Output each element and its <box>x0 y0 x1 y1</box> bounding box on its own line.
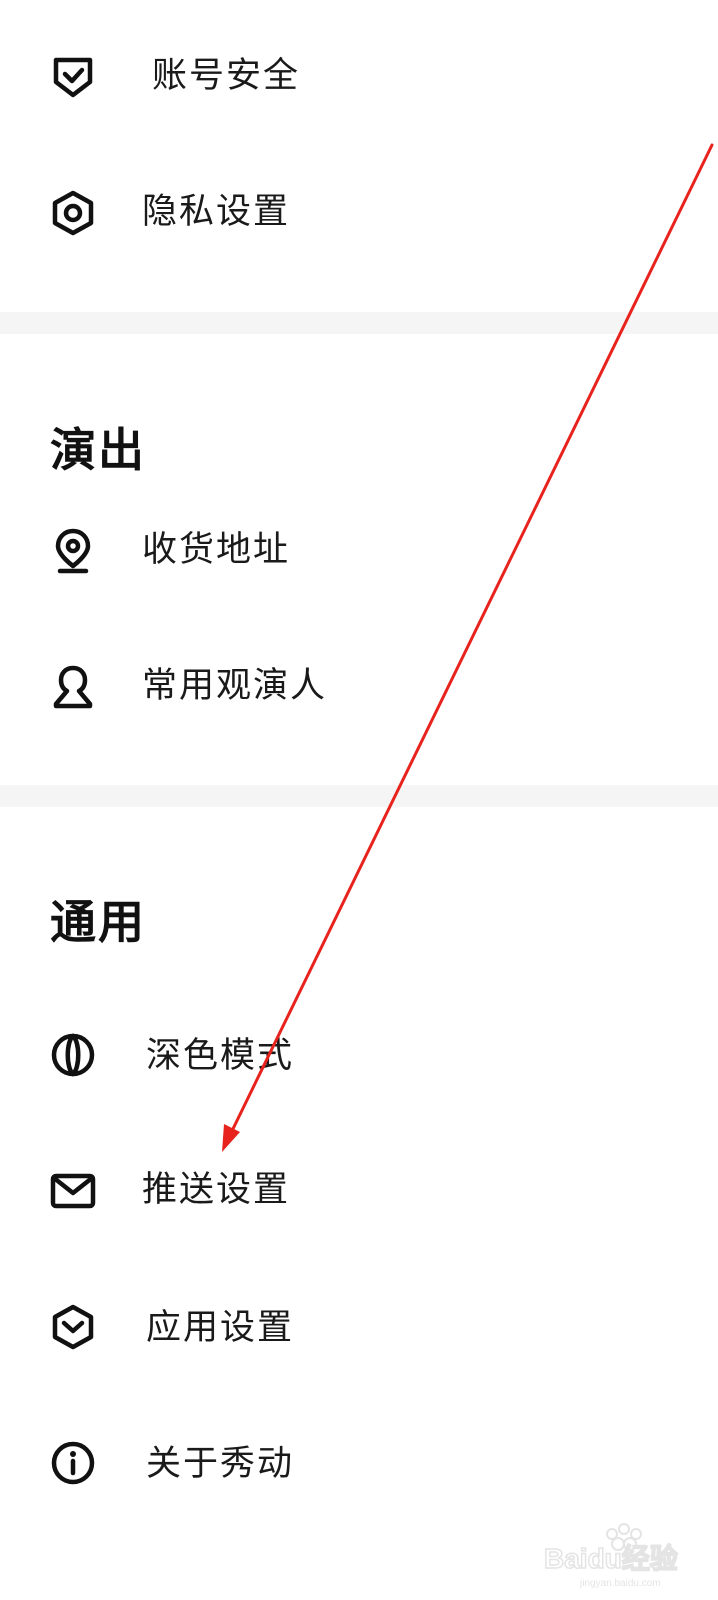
section-title-general: 通用 <box>50 895 146 949</box>
shield-check-icon <box>50 54 96 100</box>
settings-item-frequent-attendees[interactable]: 常用观演人 <box>0 636 718 736</box>
settings-item-app-settings[interactable]: 应用设置 <box>0 1276 718 1376</box>
section-divider <box>0 785 718 807</box>
settings-item-label: 常用观演人 <box>142 666 328 706</box>
settings-item-push-settings[interactable]: 推送设置 <box>0 1140 718 1240</box>
watermark-subtext: jingyan.baidu.com <box>579 1578 661 1589</box>
settings-item-label: 推送设置 <box>142 1170 291 1210</box>
settings-item-about[interactable]: 关于秀动 <box>0 1412 718 1512</box>
settings-item-label: 账号安全 <box>152 56 301 96</box>
settings-item-shipping-address[interactable]: 收货地址 <box>0 498 718 598</box>
settings-item-label: 收货地址 <box>142 530 291 570</box>
settings-item-account-security[interactable]: 账号安全 <box>0 26 718 126</box>
settings-item-label: 关于秀动 <box>146 1444 295 1484</box>
settings-item-label: 深色模式 <box>146 1036 295 1076</box>
baidu-watermark: Baidu经验 jingyan.baidu.com <box>540 1520 700 1590</box>
settings-item-privacy[interactable]: 隐私设置 <box>0 162 718 262</box>
envelope-icon <box>50 1168 96 1214</box>
baidu-paw-logo-icon: Baidu经验 jingyan.baidu.com <box>543 1523 679 1589</box>
settings-item-dark-mode[interactable]: 深色模式 <box>0 1004 718 1104</box>
hexagon-settings-icon <box>50 190 96 236</box>
user-icon <box>50 664 96 710</box>
settings-page: 账号安全 隐私设置 演出 收货地址 常用观演人 通用 深色模式 推送设置 应用设… <box>0 0 718 1600</box>
location-pin-icon <box>50 528 96 574</box>
section-title-show: 演出 <box>50 423 146 477</box>
settings-item-label: 应用设置 <box>146 1308 295 1348</box>
hexagon-chevron-icon <box>50 1304 96 1350</box>
section-divider <box>0 312 718 334</box>
dark-mode-icon <box>50 1032 96 1078</box>
info-icon <box>50 1440 96 1486</box>
watermark-text: Baidu经验 <box>544 1542 678 1574</box>
settings-item-label: 隐私设置 <box>142 192 291 232</box>
